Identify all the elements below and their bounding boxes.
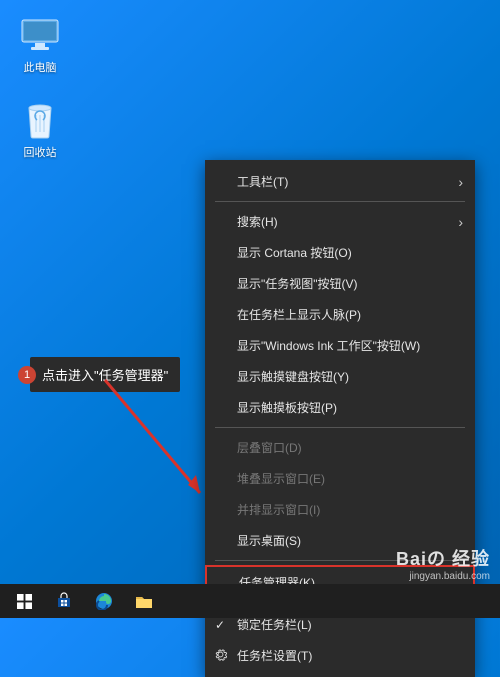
gear-icon <box>214 648 227 664</box>
icon-label: 回收站 <box>10 144 70 160</box>
windows-icon <box>17 594 32 609</box>
menu-item-windows-ink[interactable]: 显示"Windows Ink 工作区"按钮(W) <box>205 330 475 361</box>
desktop-icon-recycle-bin[interactable]: 回收站 <box>10 100 70 160</box>
menu-item-taskbar-settings[interactable]: 任务栏设置(T) <box>205 640 475 671</box>
annotation-arrow <box>100 375 220 505</box>
desktop-icon-this-pc[interactable]: 此电脑 <box>10 15 70 75</box>
watermark-brand: Baiの 经验 <box>396 545 490 571</box>
watermark-url: jingyan.baidu.com <box>396 571 490 582</box>
store-icon <box>55 592 73 610</box>
menu-separator <box>215 201 465 202</box>
menu-item-toolbars[interactable]: 工具栏(T) › <box>205 166 475 197</box>
monitor-icon <box>20 15 60 55</box>
icon-label: 此电脑 <box>10 59 70 75</box>
menu-item-cascade: 层叠窗口(D) <box>205 432 475 463</box>
taskbar-store[interactable] <box>44 584 84 618</box>
menu-item-people[interactable]: 在任务栏上显示人脉(P) <box>205 299 475 330</box>
chevron-right-icon: › <box>458 214 463 230</box>
recycle-bin-icon <box>20 100 60 140</box>
menu-item-touchpad[interactable]: 显示触摸板按钮(P) <box>205 392 475 423</box>
taskbar-edge[interactable] <box>84 584 124 618</box>
taskbar[interactable] <box>0 584 500 618</box>
edge-icon <box>95 592 113 610</box>
menu-item-touch-keyboard[interactable]: 显示触摸键盘按钮(Y) <box>205 361 475 392</box>
taskbar-explorer[interactable] <box>124 584 164 618</box>
annotation-badge: 1 <box>18 366 36 384</box>
desktop: 此电脑 回收站 1 点击进入"任务管理器" 工具栏(T) › 搜索(H) › 显… <box>0 0 500 618</box>
menu-item-cortana[interactable]: 显示 Cortana 按钮(O) <box>205 237 475 268</box>
menu-item-side-by-side: 并排显示窗口(I) <box>205 494 475 525</box>
annotation-tooltip: 1 点击进入"任务管理器" <box>30 357 180 392</box>
menu-item-search[interactable]: 搜索(H) › <box>205 206 475 237</box>
watermark: Baiの 经验 jingyan.baidu.com <box>396 545 490 582</box>
menu-item-stacked: 堆叠显示窗口(E) <box>205 463 475 494</box>
menu-separator <box>215 427 465 428</box>
start-button[interactable] <box>4 584 44 618</box>
annotation-text: 点击进入"任务管理器" <box>42 365 168 384</box>
check-icon: ✓ <box>215 618 225 632</box>
folder-icon <box>135 594 153 609</box>
chevron-right-icon: › <box>458 174 463 190</box>
menu-item-task-view[interactable]: 显示"任务视图"按钮(V) <box>205 268 475 299</box>
